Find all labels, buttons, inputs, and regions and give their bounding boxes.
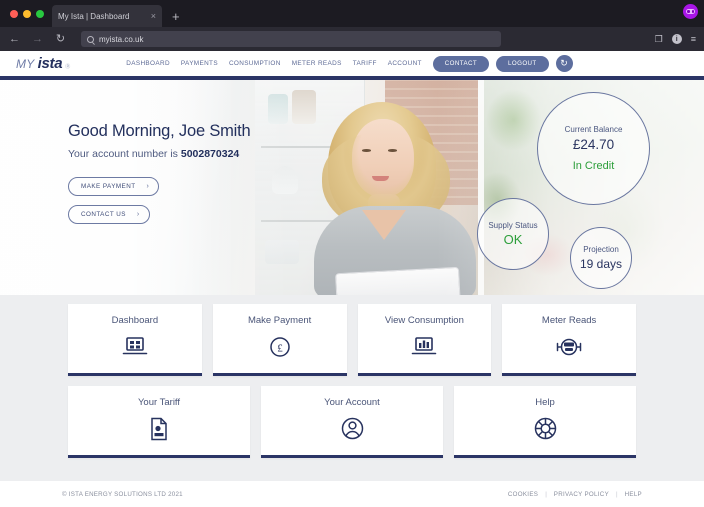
extension-badge-icon[interactable] <box>683 4 698 19</box>
address-bar[interactable]: myista.co.uk <box>81 31 501 47</box>
contact-button[interactable]: CONTACT <box>432 55 490 72</box>
tab-title: My Ista | Dashboard <box>58 11 130 21</box>
projection-value: 19 days <box>579 257 623 271</box>
footer-links: COOKIES | PRIVACY POLICY | HELP <box>508 491 642 498</box>
card-help-title: Help <box>535 397 555 408</box>
document-icon <box>149 415 169 442</box>
current-balance-label: Current Balance <box>564 125 623 134</box>
refresh-icon[interactable]: ↻ <box>555 55 573 72</box>
copyright-text: © ISTA ENERGY SOLUTIONS LTD 2021 <box>62 490 183 498</box>
laptop-chart-icon <box>411 333 437 360</box>
minimize-window-button[interactable] <box>23 9 31 18</box>
nav-item-dashboard[interactable]: DASHBOARD <box>126 60 170 67</box>
card-help[interactable]: Help <box>454 386 636 458</box>
maximize-window-button[interactable] <box>36 9 44 18</box>
page-title: Good Morning, Joe Smith <box>68 122 251 140</box>
current-balance-status: In Credit <box>572 160 615 172</box>
card-your-account-title: Your Account <box>324 397 380 408</box>
current-balance-value: £24.70 <box>572 137 615 152</box>
footer-separator: | <box>616 490 618 498</box>
supply-status-value: OK <box>503 232 523 247</box>
header-actions: CONTACT LOGOUT ↻ <box>432 55 573 72</box>
user-circle-icon <box>340 415 365 442</box>
nav-item-tariff[interactable]: TARIFF <box>353 60 377 67</box>
footer-link-privacy-policy[interactable]: PRIVACY POLICY <box>554 491 609 498</box>
card-your-account[interactable]: Your Account <box>261 386 443 458</box>
supply-status-widget[interactable]: Supply Status OK <box>477 198 549 270</box>
save-to-pocket-icon[interactable]: ❐ <box>655 34 663 44</box>
close-window-button[interactable] <box>10 9 18 18</box>
page-viewport: MY ista Ⓡ DASHBOARD PAYMENTS CONSUMPTION… <box>0 51 704 507</box>
hero-banner: Good Morning, Joe Smith Your account num… <box>0 80 704 295</box>
footer-link-cookies[interactable]: COOKIES <box>508 491 538 498</box>
projection-widget[interactable]: Projection 19 days <box>570 227 632 289</box>
toolbar-actions: ❐ i ≡ <box>655 34 696 44</box>
site-header: MY ista Ⓡ DASHBOARD PAYMENTS CONSUMPTION… <box>0 51 704 76</box>
tab-strip: My Ista | Dashboard × + <box>0 0 704 27</box>
contact-us-button[interactable]: CONTACT US › <box>68 205 150 224</box>
card-make-payment-title: Make Payment <box>247 315 312 326</box>
quick-links-grid: Dashboard Make Payment £ View Consumptio… <box>0 295 704 458</box>
footer-link-help[interactable]: HELP <box>625 491 642 498</box>
account-number-value: 5002870324 <box>180 148 240 160</box>
window-controls[interactable] <box>8 0 52 27</box>
supply-status-label: Supply Status <box>488 221 538 230</box>
svg-text:£: £ <box>277 342 283 354</box>
quick-links-row-2: Your Tariff Your Account Help <box>0 386 704 458</box>
menu-icon[interactable]: ≡ <box>691 34 696 44</box>
chevron-right-icon: › <box>146 183 150 190</box>
account-number-prefix: Your account number is <box>68 148 181 160</box>
contact-us-label: CONTACT US <box>81 211 126 218</box>
logout-button[interactable]: LOGOUT <box>496 55 549 72</box>
card-view-consumption-title: View Consumption <box>384 315 464 326</box>
new-tab-button[interactable]: + <box>172 9 180 24</box>
logo-my-text: MY <box>16 57 35 71</box>
hero-actions: MAKE PAYMENT › CONTACT US › <box>68 177 251 224</box>
card-view-consumption[interactable]: View Consumption <box>357 304 492 376</box>
card-your-tariff-title: Your Tariff <box>137 397 181 408</box>
extension-glyph <box>686 9 695 14</box>
footer-separator: | <box>545 490 547 498</box>
url-text: myista.co.uk <box>99 34 144 44</box>
card-dashboard[interactable]: Dashboard <box>68 304 202 376</box>
card-meter-reads[interactable]: Meter Reads <box>502 304 636 376</box>
account-number-line: Your account number is 5002870324 <box>68 148 251 160</box>
main-navigation: DASHBOARD PAYMENTS CONSUMPTION METER REA… <box>126 60 422 67</box>
projection-label: Projection <box>583 245 619 254</box>
quick-links-row-1: Dashboard Make Payment £ View Consumptio… <box>0 304 704 376</box>
hero-text-block: Good Morning, Joe Smith Your account num… <box>68 122 251 224</box>
back-button[interactable]: ← <box>8 33 21 45</box>
current-balance-widget[interactable]: Current Balance £24.70 In Credit <box>537 92 650 205</box>
card-make-payment[interactable]: Make Payment £ <box>212 304 347 376</box>
reload-button[interactable]: ↻ <box>54 33 67 45</box>
site-footer: © ISTA ENERGY SOLUTIONS LTD 2021 COOKIES… <box>0 481 704 507</box>
nav-item-consumption[interactable]: CONSUMPTION <box>229 60 281 67</box>
browser-window: My Ista | Dashboard × + ← → ↻ myista.co.… <box>0 0 704 507</box>
forward-button[interactable]: → <box>31 33 44 45</box>
laptop-grid-icon <box>122 333 148 360</box>
lifebuoy-icon <box>533 415 558 442</box>
browser-toolbar: ← → ↻ myista.co.uk ❐ i ≡ <box>0 27 704 51</box>
nav-item-meter-reads[interactable]: METER READS <box>292 60 342 67</box>
card-dashboard-title: Dashboard <box>111 315 159 326</box>
account-icon[interactable]: i <box>671 34 682 44</box>
card-meter-reads-title: Meter Reads <box>541 315 597 326</box>
pound-coin-icon: £ <box>268 333 292 360</box>
nav-item-payments[interactable]: PAYMENTS <box>181 60 218 67</box>
chevron-right-icon: › <box>136 211 140 218</box>
nav-item-account[interactable]: ACCOUNT <box>388 60 422 67</box>
site-logo[interactable]: MY ista Ⓡ <box>16 55 70 72</box>
logo-trademark-icon: Ⓡ <box>65 64 71 70</box>
make-payment-label: MAKE PAYMENT <box>81 183 136 190</box>
card-your-tariff[interactable]: Your Tariff <box>68 386 250 458</box>
logo-ista-text: ista <box>37 55 63 72</box>
close-tab-icon[interactable]: × <box>151 11 156 21</box>
search-icon <box>87 35 94 43</box>
make-payment-button[interactable]: MAKE PAYMENT › <box>68 177 160 196</box>
browser-tab[interactable]: My Ista | Dashboard × <box>52 5 162 27</box>
meter-icon <box>553 333 585 360</box>
